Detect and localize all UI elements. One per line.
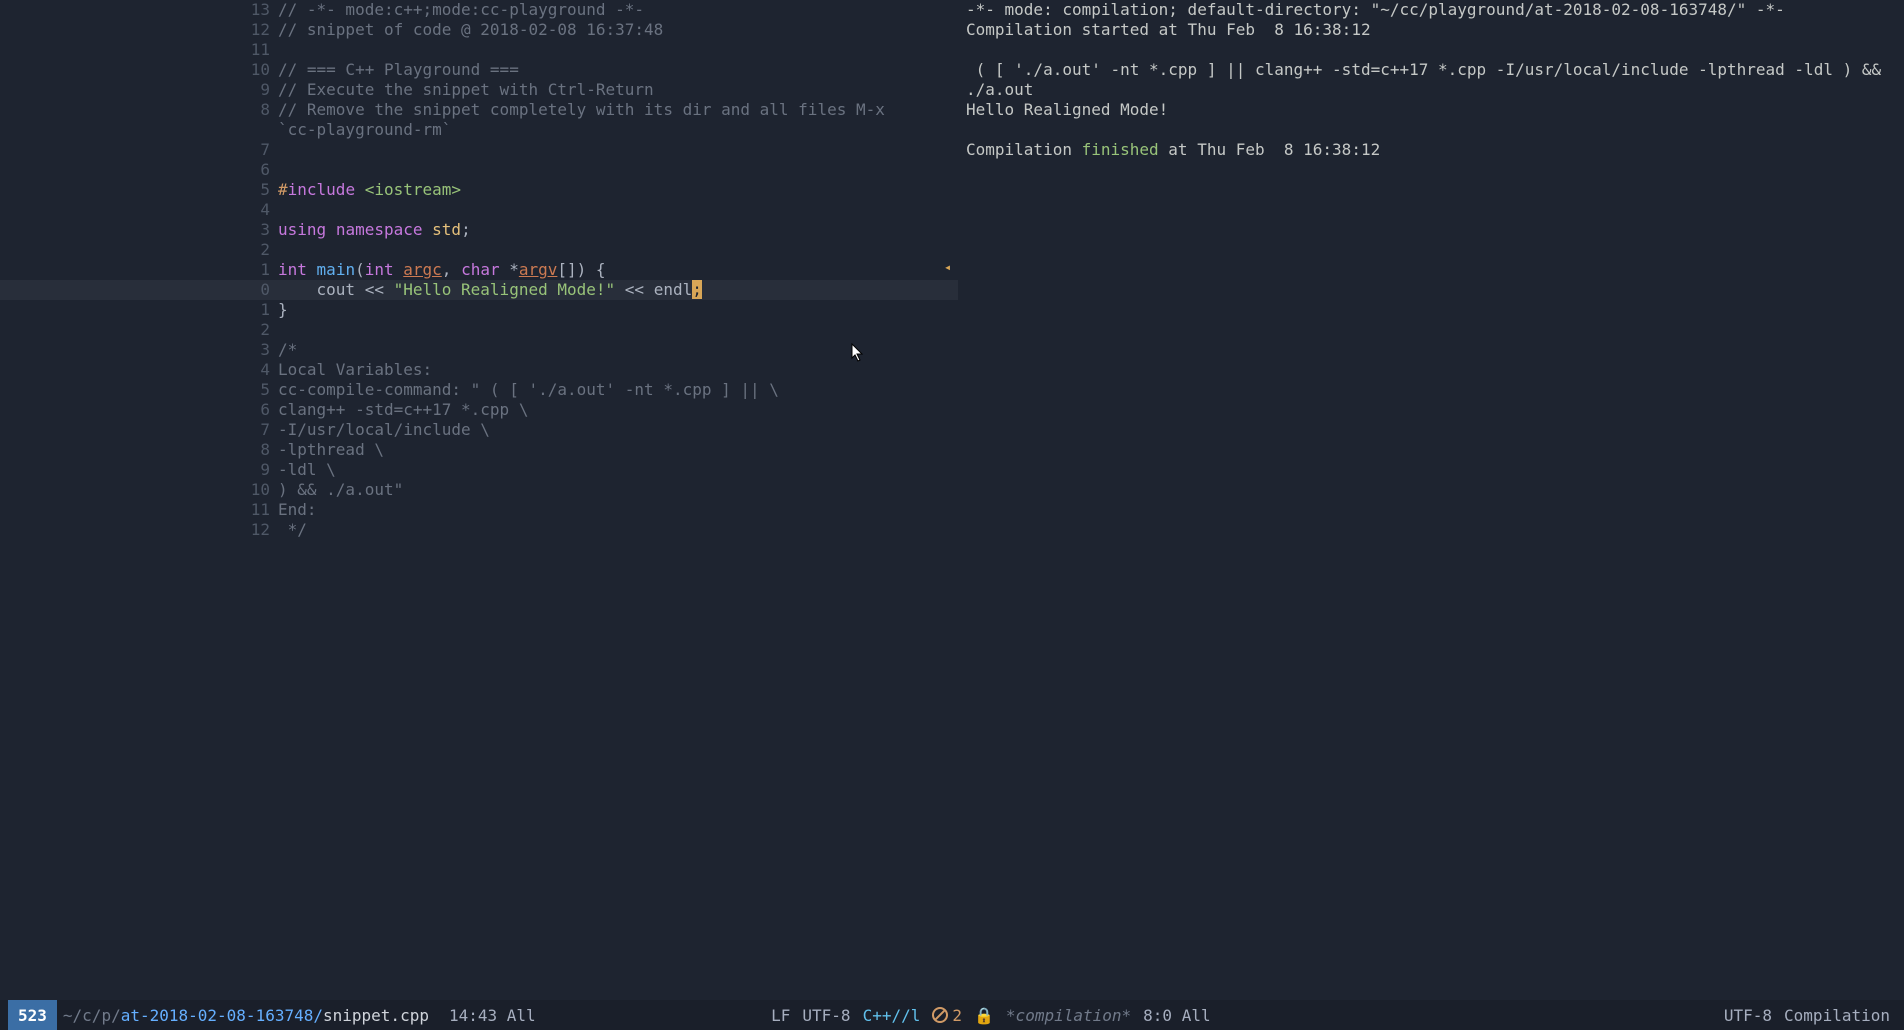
code-line[interactable]: 7 bbox=[0, 140, 958, 160]
fold-marker-icon: ◂ bbox=[944, 260, 951, 274]
line-number: 11 bbox=[0, 40, 278, 60]
code-line[interactable]: 1int main(int argc, char *argv[]) { bbox=[0, 260, 958, 280]
path-dir: at-2018-02-08-163748/ bbox=[121, 1006, 323, 1025]
code-line[interactable]: 4Local Variables: bbox=[0, 360, 958, 380]
code-line[interactable]: 5cc-compile-command: " ( [ './a.out' -nt… bbox=[0, 380, 958, 400]
line-number: 9 bbox=[0, 80, 278, 100]
code-line[interactable]: 9// Execute the snippet with Ctrl-Return bbox=[0, 80, 958, 100]
warning-count: 2 bbox=[952, 1006, 962, 1025]
source-pane[interactable]: 13// -*- mode:c++;mode:cc-playground -*-… bbox=[0, 0, 958, 1000]
warning-icon bbox=[932, 1007, 948, 1023]
code-line[interactable]: 6 bbox=[0, 160, 958, 180]
line-number: 8 bbox=[0, 440, 278, 460]
output-line: Compilation started at Thu Feb 8 16:38:1… bbox=[966, 20, 1896, 40]
major-mode[interactable]: C++//l bbox=[857, 1000, 927, 1030]
lock-icon: 🔒 bbox=[968, 1000, 1000, 1030]
output-line-wrap: ./a.out bbox=[966, 80, 1896, 100]
line-number: 6 bbox=[0, 400, 278, 420]
comp-major-mode[interactable]: Compilation bbox=[1778, 1000, 1896, 1030]
line-number: 5 bbox=[0, 180, 278, 200]
compilation-pane[interactable]: -*- mode: compilation; default-directory… bbox=[958, 0, 1904, 1000]
line-number: 12 bbox=[0, 20, 278, 40]
line-number: 12 bbox=[0, 520, 278, 540]
output-line: Compilation finished at Thu Feb 8 16:38:… bbox=[966, 140, 1896, 160]
code-line[interactable]: 12// snippet of code @ 2018-02-08 16:37:… bbox=[0, 20, 958, 40]
code-line[interactable]: 6clang++ -std=c++17 *.cpp \ bbox=[0, 400, 958, 420]
line-number: 5 bbox=[0, 380, 278, 400]
modeline-left: 523 ~/c/p/at-2018-02-08-163748/snippet.c… bbox=[8, 1000, 968, 1030]
code-line[interactable]: 3/* bbox=[0, 340, 958, 360]
code-line[interactable]: 1} bbox=[0, 300, 958, 320]
line-number: 9 bbox=[0, 460, 278, 480]
file-path[interactable]: ~/c/p/at-2018-02-08-163748/snippet.cpp bbox=[57, 1000, 435, 1030]
output-line: -*- mode: compilation; default-directory… bbox=[966, 0, 1896, 20]
line-number: 3 bbox=[0, 340, 278, 360]
encoding[interactable]: UTF-8 bbox=[796, 1000, 856, 1030]
editor-area: 13// -*- mode:c++;mode:cc-playground -*-… bbox=[0, 0, 1904, 1000]
line-number: 2 bbox=[0, 240, 278, 260]
line-number: 11 bbox=[0, 500, 278, 520]
code-line[interactable]: 11End: bbox=[0, 500, 958, 520]
line-number: 4 bbox=[0, 200, 278, 220]
code-line[interactable]: 2 bbox=[0, 320, 958, 340]
code-line[interactable]: 2 bbox=[0, 240, 958, 260]
line-number: 6 bbox=[0, 160, 278, 180]
path-prefix: ~/c/p/ bbox=[63, 1006, 121, 1025]
output-line: Hello Realigned Mode! bbox=[966, 100, 1896, 120]
line-number: 10 bbox=[0, 480, 278, 500]
line-number: 7 bbox=[0, 420, 278, 440]
line-number: 13 bbox=[0, 0, 278, 20]
code-line[interactable]: 4 bbox=[0, 200, 958, 220]
line-number: 1 bbox=[0, 300, 278, 320]
line-number: 4 bbox=[0, 360, 278, 380]
output-line bbox=[966, 120, 1896, 140]
cursor-position: 14:43 All bbox=[435, 1000, 542, 1030]
code-line[interactable]: 12 */ bbox=[0, 520, 958, 540]
line-number: 2 bbox=[0, 320, 278, 340]
compilation-buffer-name[interactable]: *compilation* bbox=[1000, 1000, 1137, 1030]
project-number[interactable]: 523 bbox=[8, 1000, 57, 1030]
line-ending[interactable]: LF bbox=[765, 1000, 796, 1030]
code-line[interactable]: 9-ldl \ bbox=[0, 460, 958, 480]
output-line: ( [ './a.out' -nt *.cpp ] || clang++ -st… bbox=[966, 60, 1896, 80]
code-line[interactable]: 7-I/usr/local/include \ bbox=[0, 420, 958, 440]
modeline: 523 ~/c/p/at-2018-02-08-163748/snippet.c… bbox=[0, 1000, 1904, 1030]
line-number: 10 bbox=[0, 60, 278, 80]
code-line[interactable]: 3using namespace std; bbox=[0, 220, 958, 240]
code-line[interactable]: 0 cout << "Hello Realigned Mode!" << end… bbox=[0, 280, 958, 300]
comp-encoding[interactable]: UTF-8 bbox=[1718, 1000, 1778, 1030]
file-name: snippet.cpp bbox=[323, 1006, 429, 1025]
code-line[interactable]: 13// -*- mode:c++;mode:cc-playground -*- bbox=[0, 0, 958, 20]
line-number: 3 bbox=[0, 220, 278, 240]
code-line[interactable]: 10) && ./a.out" bbox=[0, 480, 958, 500]
flycheck-warning-badge[interactable]: 2 bbox=[926, 1000, 968, 1030]
line-number: 7 bbox=[0, 140, 278, 160]
code-line[interactable]: 11 bbox=[0, 40, 958, 60]
output-line bbox=[966, 40, 1896, 60]
code-line[interactable]: 8// Remove the snippet completely with i… bbox=[0, 100, 958, 120]
line-number: 0 bbox=[0, 280, 278, 300]
line-number: 8 bbox=[0, 100, 278, 120]
code-line-wrap[interactable]: `cc-playground-rm` bbox=[0, 120, 958, 140]
code-line[interactable]: 8-lpthread \ bbox=[0, 440, 958, 460]
code-line[interactable]: 5#include <iostream> bbox=[0, 180, 958, 200]
modeline-right: 🔒 *compilation* 8:0 All UTF-8 Compilatio… bbox=[968, 1000, 1896, 1030]
code-line[interactable]: 10// === C++ Playground === bbox=[0, 60, 958, 80]
line-number: 1 bbox=[0, 260, 278, 280]
comp-cursor-position: 8:0 All bbox=[1137, 1000, 1216, 1030]
